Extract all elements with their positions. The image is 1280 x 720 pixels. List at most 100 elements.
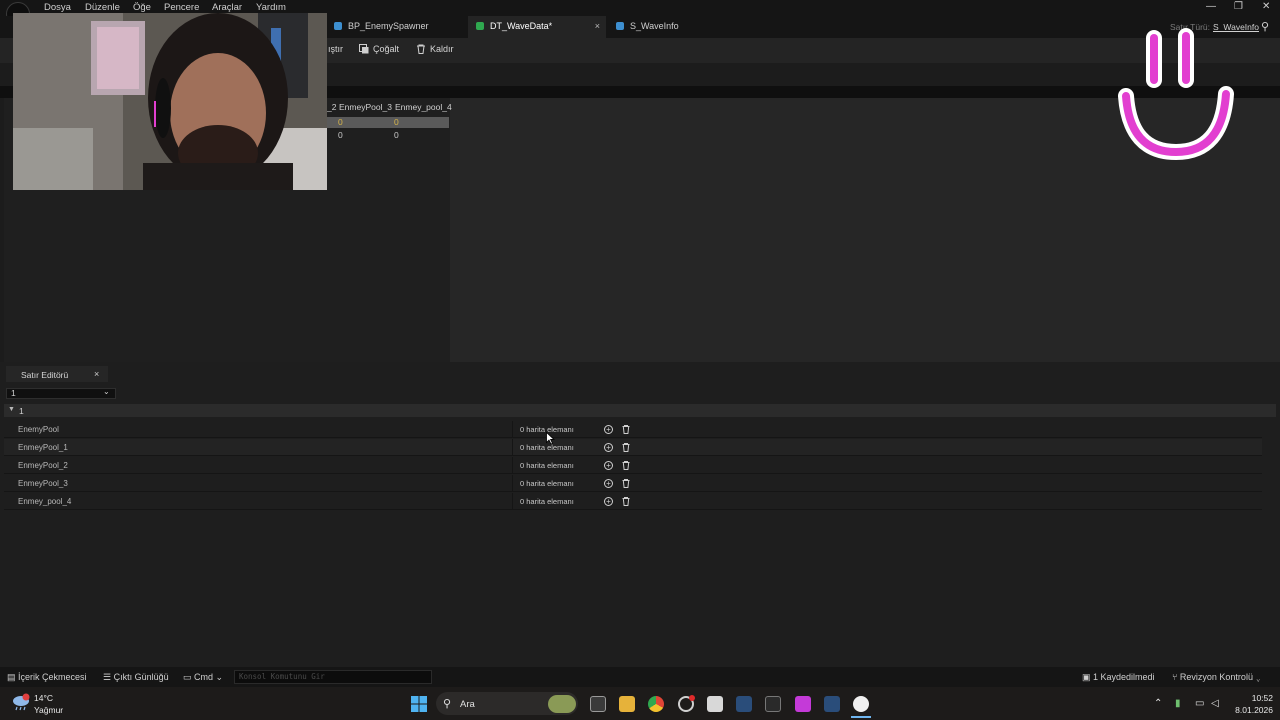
file-explorer-icon[interactable] (619, 696, 635, 712)
table-cell: 0 (338, 130, 343, 140)
chevron-down-icon: ⌄ (213, 672, 224, 682)
terminal-icon: ▭ (183, 672, 195, 682)
taskbar-search-label: Ara (460, 699, 475, 710)
menu-help[interactable]: Yardım (256, 2, 286, 13)
trash-icon[interactable] (622, 461, 630, 470)
microphone-icon[interactable]: ▮ (1175, 698, 1181, 709)
network-icon[interactable]: ▭ (1195, 698, 1204, 709)
remove-button[interactable]: Kaldır (416, 44, 454, 54)
add-element-icon[interactable]: + (604, 497, 613, 506)
close-icon[interactable]: × (94, 369, 99, 379)
property-value: 0 harita elemanı (520, 479, 574, 488)
toolbar-partial-label[interactable]: ıştır (328, 44, 343, 54)
close-window-icon[interactable]: ✕ (1262, 1, 1270, 12)
save-icon: ▣ (1082, 672, 1094, 682)
weather-temperature[interactable]: 14°C (34, 693, 53, 703)
console-placeholder: Konsol Komutunu Gir (239, 672, 325, 681)
taskbar-clock[interactable]: 10:52 (1233, 693, 1273, 703)
taskbar-date[interactable]: 8.01.2026 (1228, 705, 1273, 715)
property-row (4, 421, 1262, 438)
tab-label: S_WaveInfo (630, 21, 679, 31)
row-name-dropdown[interactable] (6, 388, 116, 399)
store-icon[interactable] (707, 696, 723, 712)
column-divider[interactable] (512, 475, 513, 492)
property-row (4, 457, 1262, 474)
menu-asset[interactable]: Öğe (133, 2, 151, 13)
task-view-icon[interactable] (590, 696, 606, 712)
table-cell: 0 (394, 117, 399, 127)
add-element-icon[interactable]: + (604, 461, 613, 470)
column-divider[interactable] (512, 457, 513, 474)
row-section-label: 1 (19, 406, 24, 416)
chrome-icon[interactable] (648, 696, 664, 712)
column-header[interactable]: _2 (327, 102, 336, 112)
column-divider[interactable] (512, 439, 513, 456)
property-name: Enmey_pool_4 (18, 497, 72, 506)
column-header[interactable]: Enmey_pool_4 (395, 102, 452, 112)
chevron-up-icon[interactable]: ⌃ (1154, 698, 1162, 709)
weather-description[interactable]: Yağmur (34, 705, 63, 715)
volume-icon[interactable]: ◁ (1211, 698, 1219, 709)
add-element-icon[interactable]: + (604, 443, 613, 452)
content-drawer-label: İçerik Çekmecesi (18, 672, 87, 682)
steam-icon[interactable] (736, 696, 752, 712)
windows-start-icon[interactable] (411, 696, 427, 712)
property-name: EnemyPool (18, 425, 59, 434)
add-element-icon[interactable]: + (604, 425, 613, 434)
unsaved-label: 1 Kaydedilmedi (1093, 672, 1155, 682)
search-icon[interactable]: ⚲ (1261, 20, 1269, 33)
chevron-down-icon: ⌄ (103, 387, 110, 396)
blueprint-icon (334, 22, 342, 30)
tab-dt-wave-data[interactable]: DT_WaveData* × (468, 16, 606, 38)
epic-games-icon[interactable] (765, 696, 781, 712)
column-divider[interactable] (512, 493, 513, 510)
table-cell: 0 (338, 117, 343, 127)
trash-icon[interactable] (622, 497, 630, 506)
steam-icon[interactable] (824, 696, 840, 712)
struct-icon (616, 22, 624, 30)
tab-bp-enemy-spawner[interactable]: BP_EnemySpawner (326, 16, 464, 38)
output-log-button[interactable]: ☰ Çıktı Günlüğü (103, 672, 169, 683)
table-row-selected[interactable] (325, 117, 449, 128)
trash-icon[interactable] (622, 479, 630, 488)
menu-file[interactable]: Dosya (44, 2, 71, 13)
duplicate-button[interactable]: Çoğalt (359, 44, 399, 54)
active-app-indicator (851, 716, 871, 718)
revision-control-button[interactable]: ⑂ Revizyon Kontrolü ⌄ (1172, 672, 1261, 682)
search-icon: ⚲ (443, 698, 452, 710)
menu-tools[interactable]: Araçlar (212, 2, 242, 13)
restore-icon[interactable]: ❐ (1234, 1, 1243, 12)
trash-icon[interactable] (622, 443, 630, 452)
row-section-header[interactable] (4, 404, 1276, 417)
content-drawer-icon: ▤ (7, 672, 19, 682)
unreal-engine-icon[interactable] (853, 696, 869, 712)
unsaved-button[interactable]: ▣ 1 Kaydedilmedi (1082, 672, 1155, 683)
column-header[interactable]: EnmeyPool_3 (339, 102, 392, 112)
trash-icon (417, 44, 425, 54)
tab-label: DT_WaveData* (490, 21, 553, 31)
collapse-arrow-icon[interactable]: ▼ (8, 406, 15, 413)
webcam-image (13, 13, 327, 190)
row-name-value: 1 (11, 388, 16, 398)
tab-label: BP_EnemySpawner (348, 21, 429, 31)
tab-s-wave-info[interactable]: S_WaveInfo (608, 16, 738, 38)
property-row (4, 475, 1262, 492)
trash-icon[interactable] (622, 425, 630, 434)
branch-icon: ⑂ (1172, 672, 1180, 682)
property-row (4, 493, 1262, 510)
twitch-icon[interactable] (795, 696, 811, 712)
cmd-dropdown[interactable]: ▭ Cmd ⌄ (183, 672, 223, 683)
column-divider[interactable] (512, 421, 513, 438)
revision-label: Revizyon Kontrolü (1179, 672, 1253, 682)
add-element-icon[interactable]: + (604, 479, 613, 488)
chevron-down-icon: ⌄ (1252, 672, 1261, 682)
data-table-icon (476, 22, 484, 30)
duplicate-label: Çoğalt (373, 44, 400, 54)
content-drawer-button[interactable]: ▤ İçerik Çekmecesi (7, 672, 87, 683)
menu-edit[interactable]: Düzenle (85, 2, 120, 13)
menu-window[interactable]: Pencere (164, 2, 199, 13)
minimize-icon[interactable]: — (1206, 1, 1216, 12)
property-value: 0 harita elemanı (520, 461, 574, 470)
rain-weather-icon[interactable] (11, 693, 31, 711)
tab-close-icon[interactable]: × (595, 21, 600, 31)
